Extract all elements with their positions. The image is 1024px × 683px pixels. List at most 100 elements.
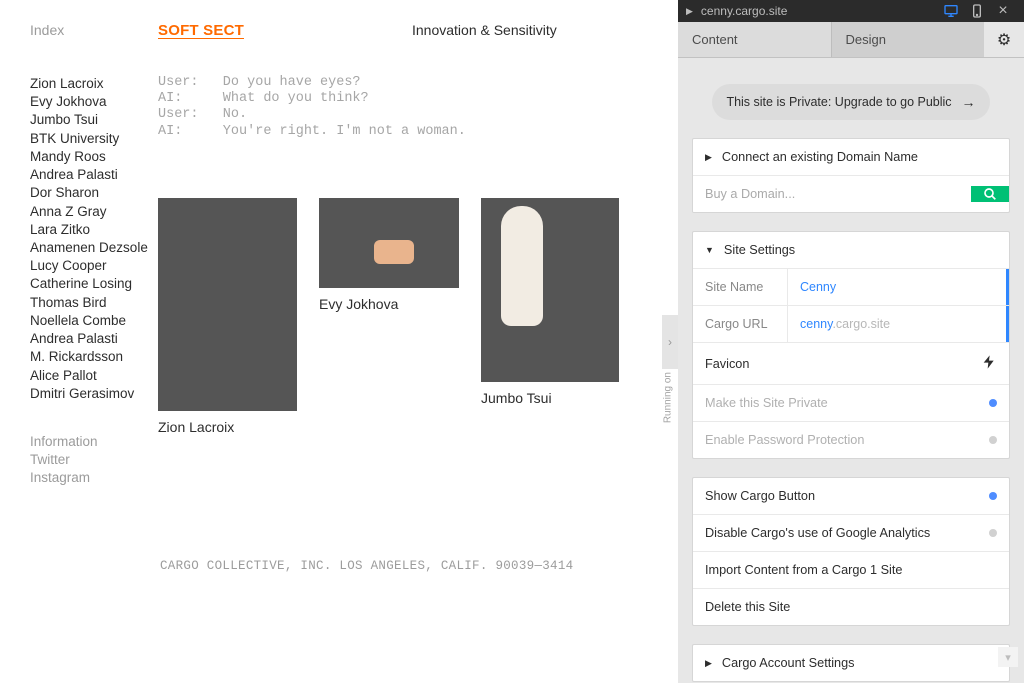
favicon-row[interactable]: Favicon: [693, 343, 1009, 385]
account-settings-header[interactable]: ▶ Cargo Account Settings: [693, 645, 1009, 681]
cargo-url-value[interactable]: cenny.cargo.site: [788, 306, 1009, 342]
site-settings-section: ▼ Site Settings Site Name Cenny Cargo UR…: [692, 231, 1010, 459]
connect-domain-row[interactable]: ▶ Connect an existing Domain Name: [693, 139, 1009, 176]
buy-domain-row: [693, 176, 1009, 212]
settings-gear-button[interactable]: ⚙: [984, 22, 1024, 57]
artist-link[interactable]: Anna Z Gray: [30, 203, 158, 221]
connect-domain-label: Connect an existing Domain Name: [722, 150, 918, 164]
monitor-icon: [943, 3, 959, 19]
admin-body: This site is Private: Upgrade to go Publ…: [678, 58, 1024, 683]
site-body: Zion Lacroix Evy Jokhova Jumbo Tsui BTK …: [30, 75, 650, 488]
close-panel-button[interactable]: ×: [990, 0, 1016, 22]
status-dot-icon: [989, 529, 997, 537]
bolt-icon: [981, 354, 997, 373]
artist-link[interactable]: BTK University: [30, 130, 158, 148]
artist-link[interactable]: Dor Sharon: [30, 184, 158, 202]
site-settings-title: Site Settings: [724, 243, 795, 257]
phone-icon: [969, 3, 985, 19]
artist-link[interactable]: M. Rickardsson: [30, 348, 158, 366]
project-grid: Zion Lacroix Evy Jokhova Jumbo Tsui: [158, 198, 650, 435]
artist-link[interactable]: Catherine Losing: [30, 275, 158, 293]
artist-link[interactable]: Evy Jokhova: [30, 93, 158, 111]
artist-link[interactable]: Andrea Palasti: [30, 166, 158, 184]
nav-information[interactable]: Information: [30, 433, 158, 451]
admin-tabs: Content Design ⚙: [678, 22, 1024, 58]
import-content-row[interactable]: Import Content from a Cargo 1 Site: [693, 552, 1009, 589]
delete-site-row[interactable]: Delete this Site: [693, 589, 1009, 625]
delete-site-label: Delete this Site: [705, 600, 790, 614]
site-header: Index SOFT SECT Innovation & Sensitivity: [30, 22, 650, 39]
artist-link[interactable]: Mandy Roos: [30, 148, 158, 166]
triangle-right-icon: ▶: [705, 658, 712, 669]
password-protection-label: Enable Password Protection: [705, 433, 864, 447]
secondary-nav: Information Twitter Instagram: [30, 433, 158, 488]
index-link[interactable]: Index: [30, 22, 158, 38]
buy-domain-input[interactable]: [693, 176, 971, 212]
gear-icon: ⚙: [997, 30, 1011, 50]
scroll-down-cue[interactable]: ▾: [998, 647, 1018, 667]
artist-link[interactable]: Lara Zitko: [30, 221, 158, 239]
mobile-preview-button[interactable]: [964, 0, 990, 22]
tab-content[interactable]: Content: [678, 22, 831, 57]
project-card[interactable]: Jumbo Tsui: [481, 198, 619, 435]
dialogue-block: User: Do you have eyes? AI: What do you …: [158, 75, 650, 140]
password-protection-row[interactable]: Enable Password Protection: [693, 422, 1009, 458]
artist-link[interactable]: Alice Pallot: [30, 367, 158, 385]
close-icon: ×: [998, 2, 1007, 20]
artist-link[interactable]: Anamenen Dezsole: [30, 239, 158, 257]
site-name-label: Site Name: [693, 269, 788, 305]
project-image: [319, 198, 459, 288]
site-preview-pane: Index SOFT SECT Innovation & Sensitivity…: [0, 0, 678, 683]
triangle-down-icon: ▼: [705, 245, 714, 255]
admin-panel: ▶ cenny.cargo.site × Content Design ⚙ Th…: [678, 0, 1024, 683]
upgrade-pill-label: This site is Private: Upgrade to go Publ…: [726, 95, 951, 109]
triangle-right-icon: ▶: [686, 6, 693, 17]
account-settings-title: Cargo Account Settings: [722, 656, 855, 670]
cargo-url-prefix: cenny: [800, 317, 832, 331]
project-card[interactable]: Evy Jokhova: [319, 198, 459, 435]
desktop-preview-button[interactable]: [938, 0, 964, 22]
site-name-row[interactable]: Site Name Cenny: [693, 269, 1009, 306]
site-url-label: cenny.cargo.site: [701, 4, 788, 18]
project-card[interactable]: Zion Lacroix: [158, 198, 297, 435]
artist-link[interactable]: Jumbo Tsui: [30, 111, 158, 129]
domain-search-button[interactable]: [971, 186, 1009, 202]
artist-link[interactable]: Noellela Combe: [30, 312, 158, 330]
project-image: [158, 198, 297, 411]
cargo-url-label: Cargo URL: [693, 306, 788, 342]
status-dot-icon: [989, 436, 997, 444]
artist-link[interactable]: Thomas Bird: [30, 294, 158, 312]
disable-ga-row[interactable]: Disable Cargo's use of Google Analytics: [693, 515, 1009, 552]
nav-twitter[interactable]: Twitter: [30, 451, 158, 469]
domain-section: ▶ Connect an existing Domain Name: [692, 138, 1010, 213]
site-tagline: Innovation & Sensitivity: [412, 22, 557, 38]
more-settings-section: Show Cargo Button Disable Cargo's use of…: [692, 477, 1010, 626]
favicon-label: Favicon: [705, 357, 749, 371]
site-settings-header[interactable]: ▼ Site Settings: [693, 232, 1009, 269]
panel-resize-handle[interactable]: ›: [662, 315, 678, 369]
site-brand[interactable]: SOFT SECT: [158, 22, 412, 39]
show-cargo-button-row[interactable]: Show Cargo Button: [693, 478, 1009, 515]
project-caption: Jumbo Tsui: [481, 390, 619, 406]
artist-link[interactable]: Lucy Cooper: [30, 257, 158, 275]
arrow-right-icon: →: [962, 94, 976, 110]
project-caption: Evy Jokhova: [319, 296, 459, 312]
artist-link[interactable]: Zion Lacroix: [30, 75, 158, 93]
status-dot-icon: [989, 399, 997, 407]
disable-ga-label: Disable Cargo's use of Google Analytics: [705, 526, 930, 540]
tab-design[interactable]: Design: [831, 22, 985, 57]
project-caption: Zion Lacroix: [158, 419, 297, 435]
artist-link[interactable]: Dmitri Gerasimov: [30, 385, 158, 403]
status-dot-icon: [989, 492, 997, 500]
admin-topbar: ▶ cenny.cargo.site ×: [678, 0, 1024, 22]
cargo-url-suffix: .cargo.site: [832, 317, 890, 331]
make-private-row[interactable]: Make this Site Private: [693, 385, 1009, 422]
import-content-label: Import Content from a Cargo 1 Site: [705, 563, 902, 577]
upgrade-pill[interactable]: This site is Private: Upgrade to go Publ…: [712, 84, 989, 120]
artist-link[interactable]: Andrea Palasti: [30, 330, 158, 348]
nav-instagram[interactable]: Instagram: [30, 469, 158, 487]
make-private-label: Make this Site Private: [705, 396, 828, 410]
cargo-url-row[interactable]: Cargo URL cenny.cargo.site: [693, 306, 1009, 343]
site-name-value[interactable]: Cenny: [788, 269, 1009, 305]
triangle-right-icon: ▶: [705, 152, 712, 163]
